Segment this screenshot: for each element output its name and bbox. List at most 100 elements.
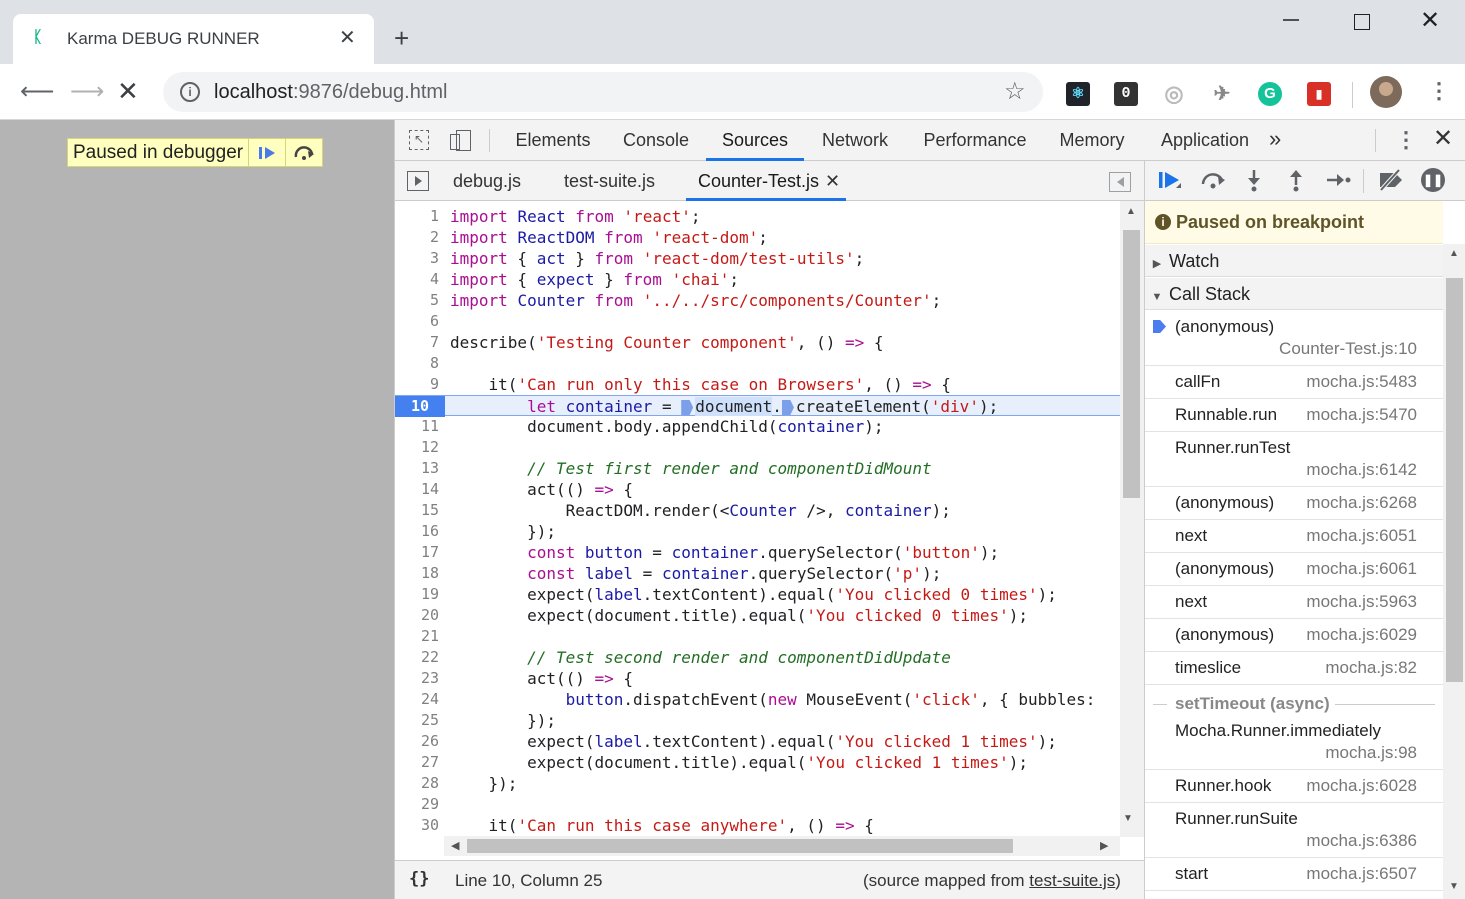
- tab-elements[interactable]: Elements: [503, 120, 603, 161]
- scroll-left-icon[interactable]: ◀: [451, 839, 459, 852]
- code-line[interactable]: 23 act(() => {: [395, 668, 1120, 689]
- call-frame[interactable]: (anonymous) mocha.js:6061: [1145, 553, 1443, 586]
- call-stack-section-header[interactable]: ▼ Call Stack: [1145, 278, 1443, 310]
- overlay-resume-button[interactable]: [248, 139, 285, 166]
- code-line[interactable]: 11 document.body.appendChild(container);: [395, 416, 1120, 437]
- file-tab-test-suite-js[interactable]: test-suite.js: [564, 161, 655, 201]
- call-frame[interactable]: Mocha.Runner.immediately mocha.js:98: [1145, 715, 1443, 770]
- bookmark-star-icon[interactable]: ☆: [1004, 79, 1026, 105]
- maximize-button[interactable]: [1354, 14, 1370, 30]
- pause-on-exceptions-button[interactable]: ❚❚: [1421, 168, 1445, 192]
- call-frame[interactable]: Runner.hook mocha.js:6028: [1145, 770, 1443, 803]
- code-line[interactable]: 17 const button = container.querySelecto…: [395, 542, 1120, 563]
- code-line[interactable]: 26 expect(label.textContent).equal('You …: [395, 731, 1120, 752]
- tab-sources[interactable]: Sources: [706, 120, 804, 161]
- code-line[interactable]: 15 ReactDOM.render(<Counter />, containe…: [395, 500, 1120, 521]
- extension-circle-icon[interactable]: ◎: [1162, 82, 1186, 106]
- overlay-step-over-button[interactable]: [285, 139, 322, 166]
- chrome-menu-icon[interactable]: ⋮: [1428, 76, 1450, 106]
- new-tab-button[interactable]: +: [394, 24, 409, 52]
- line-number[interactable]: 13: [395, 458, 439, 479]
- line-number[interactable]: 21: [395, 626, 439, 647]
- sidebar-scroll-thumb[interactable]: [1446, 278, 1463, 682]
- breakpoint-marker[interactable]: 10: [395, 396, 445, 417]
- line-number[interactable]: 1: [395, 206, 439, 227]
- back-button[interactable]: ⟵: [20, 78, 54, 106]
- extension-book-icon[interactable]: ▮: [1307, 82, 1331, 106]
- code-line[interactable]: 14 act(() => {: [395, 479, 1120, 500]
- call-frame[interactable]: next mocha.js:6051: [1145, 520, 1443, 553]
- step-out-button[interactable]: [1285, 168, 1307, 198]
- tab-application[interactable]: Application: [1149, 120, 1261, 161]
- code-editor[interactable]: 1 import React from 'react'; 2 import React…: [395, 201, 1120, 837]
- code-line[interactable]: 19 expect(label.textContent).equal('You …: [395, 584, 1120, 605]
- grammarly-extension-icon[interactable]: G: [1258, 82, 1282, 106]
- stop-loading-button[interactable]: ✕: [117, 76, 139, 106]
- line-number[interactable]: 6: [395, 311, 439, 332]
- call-frame[interactable]: timeslice mocha.js:82: [1145, 652, 1443, 685]
- line-number[interactable]: 22: [395, 647, 439, 668]
- code-line[interactable]: 2 import ReactDOM from 'react-dom';: [395, 227, 1120, 248]
- line-number[interactable]: 20: [395, 605, 439, 626]
- line-number[interactable]: 26: [395, 731, 439, 752]
- line-number[interactable]: 14: [395, 479, 439, 500]
- call-frame[interactable]: (anonymous) mocha.js:6268: [1145, 487, 1443, 520]
- line-number[interactable]: 3: [395, 248, 439, 269]
- watch-section-header[interactable]: ▶ Watch: [1145, 245, 1443, 277]
- inline-breakpoint-marker[interactable]: [681, 400, 694, 415]
- forward-button[interactable]: ⟶: [70, 78, 104, 106]
- code-line[interactable]: 29: [395, 794, 1120, 815]
- call-frame[interactable]: (anonymous) mocha.js:6029: [1145, 619, 1443, 652]
- call-frame[interactable]: R...mocha.js:6530: [1145, 891, 1443, 899]
- resume-button[interactable]: [1157, 168, 1183, 198]
- line-number[interactable]: 23: [395, 668, 439, 689]
- extension-zero-icon[interactable]: 0: [1114, 82, 1138, 106]
- line-number[interactable]: 12: [395, 437, 439, 458]
- code-line[interactable]: 18 const label = container.querySelector…: [395, 563, 1120, 584]
- step-over-button[interactable]: [1199, 168, 1227, 198]
- code-line[interactable]: 5 import Counter from '../../src/componen…: [395, 290, 1120, 311]
- line-number[interactable]: 19: [395, 584, 439, 605]
- code-line[interactable]: 22 // Test second render and componentDi…: [395, 647, 1120, 668]
- code-line[interactable]: 24 button.dispatchEvent(new MouseEvent('…: [395, 689, 1120, 710]
- react-devtools-extension-icon[interactable]: ⚛: [1066, 82, 1090, 106]
- call-frame[interactable]: Runner.runSuite mocha.js:6386: [1145, 803, 1443, 858]
- browser-tab[interactable]: ᛕ Karma DEBUG RUNNER ✕: [13, 14, 374, 64]
- line-number[interactable]: 17: [395, 542, 439, 563]
- code-line[interactable]: 28 });: [395, 773, 1120, 794]
- scroll-down-icon[interactable]: ▼: [1123, 813, 1133, 824]
- file-tab-debug-js[interactable]: debug.js: [453, 161, 521, 201]
- code-line[interactable]: 30 it('Can run this case anywhere', () =…: [395, 815, 1120, 836]
- code-line[interactable]: 6: [395, 311, 1120, 332]
- scroll-right-icon[interactable]: ▶: [1100, 839, 1108, 852]
- call-frame[interactable]: start mocha.js:6507: [1145, 858, 1443, 891]
- line-number[interactable]: 18: [395, 563, 439, 584]
- source-map-link[interactable]: test-suite.js: [1029, 871, 1115, 890]
- code-line[interactable]: 9 it('Can run only this case on Browsers…: [395, 374, 1120, 395]
- line-number[interactable]: 4: [395, 269, 439, 290]
- editor-vertical-scroll-thumb[interactable]: [1123, 230, 1140, 498]
- tab-network[interactable]: Network: [809, 120, 901, 161]
- line-number[interactable]: 28: [395, 773, 439, 794]
- step-into-button[interactable]: [1243, 168, 1265, 198]
- code-line[interactable]: 16 });: [395, 521, 1120, 542]
- line-number[interactable]: 29: [395, 794, 439, 815]
- code-line[interactable]: 3 import { act } from 'react-dom/test-uti…: [395, 248, 1120, 269]
- line-number[interactable]: 9: [395, 374, 439, 395]
- url-text[interactable]: localhost:9876/debug.html: [214, 81, 448, 103]
- code-line[interactable]: 12: [395, 437, 1120, 458]
- tab-close-icon[interactable]: ✕: [339, 27, 356, 49]
- line-number[interactable]: 8: [395, 353, 439, 374]
- line-number[interactable]: 7: [395, 332, 439, 353]
- line-number[interactable]: 2: [395, 227, 439, 248]
- line-number[interactable]: 15: [395, 500, 439, 521]
- pretty-print-icon[interactable]: {}: [409, 869, 429, 889]
- scroll-up-icon[interactable]: ▲: [1126, 206, 1136, 217]
- code-line[interactable]: 13 // Test first render and componentDid…: [395, 458, 1120, 479]
- line-number[interactable]: 5: [395, 290, 439, 311]
- line-number[interactable]: 27: [395, 752, 439, 773]
- code-line[interactable]: 27 expect(document.title).equal('You cli…: [395, 752, 1120, 773]
- code-line[interactable]: 7 describe('Testing Counter component', (…: [395, 332, 1120, 353]
- deactivate-breakpoints-button[interactable]: [1377, 168, 1407, 198]
- window-close-button[interactable]: ✕: [1420, 8, 1440, 34]
